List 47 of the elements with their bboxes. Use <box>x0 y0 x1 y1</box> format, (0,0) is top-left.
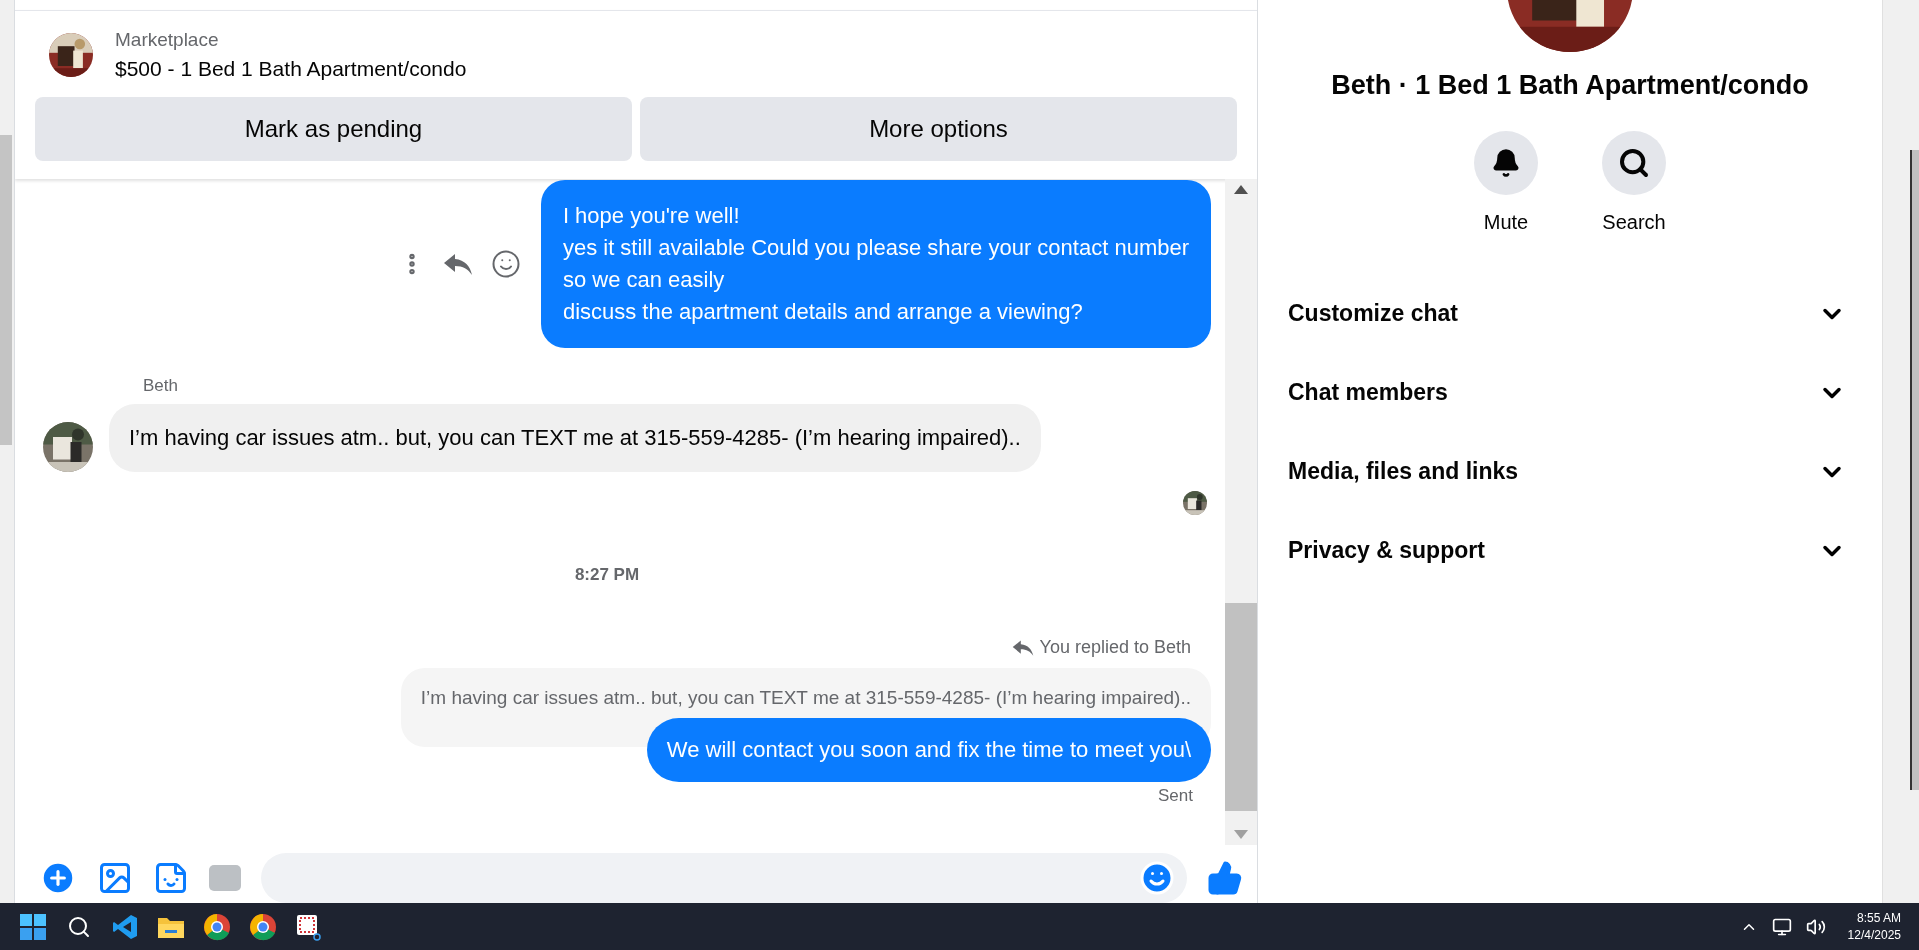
action-label: Search <box>1602 211 1666 234</box>
code-editor-icon <box>112 913 138 940</box>
scroll-up-icon[interactable] <box>1234 185 1248 194</box>
reply-icon <box>442 252 473 276</box>
section-title: Chat members <box>1288 379 1448 406</box>
emoji-icon[interactable] <box>490 249 521 279</box>
message-input-field[interactable] <box>261 853 1187 903</box>
snipping-tool-icon <box>295 912 323 941</box>
mark-pending-button[interactable]: Mark as pending <box>35 97 632 161</box>
listing-title: $500 - 1 Bed 1 Bath Apartment/condo <box>115 57 467 81</box>
emoji-icon[interactable] <box>1139 860 1175 896</box>
section-title: Media, files and links <box>1288 458 1519 485</box>
section-header[interactable]: Media, files and links <box>1286 432 1856 511</box>
received-message: I’m having car issues atm.. but, you can TEXT me at 315-559-4285- (I’m hearing impaired).. <box>109 404 1041 472</box>
conversation-title: Beth · 1 Bed 1 Bath Apartment/condo <box>1331 70 1809 101</box>
volume-icon[interactable] <box>1805 916 1826 937</box>
search-icon <box>67 914 91 939</box>
action-label: Mute <box>1483 211 1529 234</box>
reply-icon <box>1011 638 1034 657</box>
scrollbar-thumb[interactable] <box>0 135 12 445</box>
bell-icon <box>1491 148 1521 178</box>
clock-date[interactable]: 12/4/2025 <box>1847 928 1901 942</box>
section-title: Privacy & support <box>1288 537 1485 564</box>
section-header[interactable]: Privacy & support <box>1286 511 1856 590</box>
scrollbar-thumb[interactable] <box>1225 603 1257 811</box>
timestamp: 8:27 PM <box>574 565 640 585</box>
browser-icon <box>249 912 277 941</box>
message-status: Sent <box>1158 786 1193 806</box>
section-title: Customize chat <box>1288 300 1458 327</box>
clock-time[interactable]: 8:55 AM <box>1856 911 1901 925</box>
sender-name: Beth <box>143 376 179 396</box>
photo-icon[interactable] <box>97 860 133 896</box>
sent-message: We will contact you soon and fix the time to meet you\ <box>646 718 1211 782</box>
section-header[interactable]: Chat members <box>1286 353 1856 432</box>
scrollbar-thumb[interactable] <box>1910 150 1919 790</box>
more-options-button[interactable]: More options <box>640 97 1237 161</box>
section-header[interactable]: Customize chat <box>1286 274 1856 353</box>
listing-source: Marketplace <box>115 29 220 51</box>
search-icon <box>1618 147 1650 179</box>
sticker-icon[interactable] <box>153 860 189 896</box>
sent-message: I hope you're well! yes it still available Could you please share your contact number so we can easily discuss the apartment details and arrange a viewing? <box>540 180 1211 348</box>
network-icon[interactable] <box>1771 916 1792 937</box>
like-icon[interactable] <box>1207 860 1243 896</box>
browser-icon <box>203 912 231 941</box>
reply-label: You replied to Beth <box>1039 637 1191 658</box>
reply-button[interactable] <box>442 252 473 276</box>
windows-icon <box>20 913 46 940</box>
